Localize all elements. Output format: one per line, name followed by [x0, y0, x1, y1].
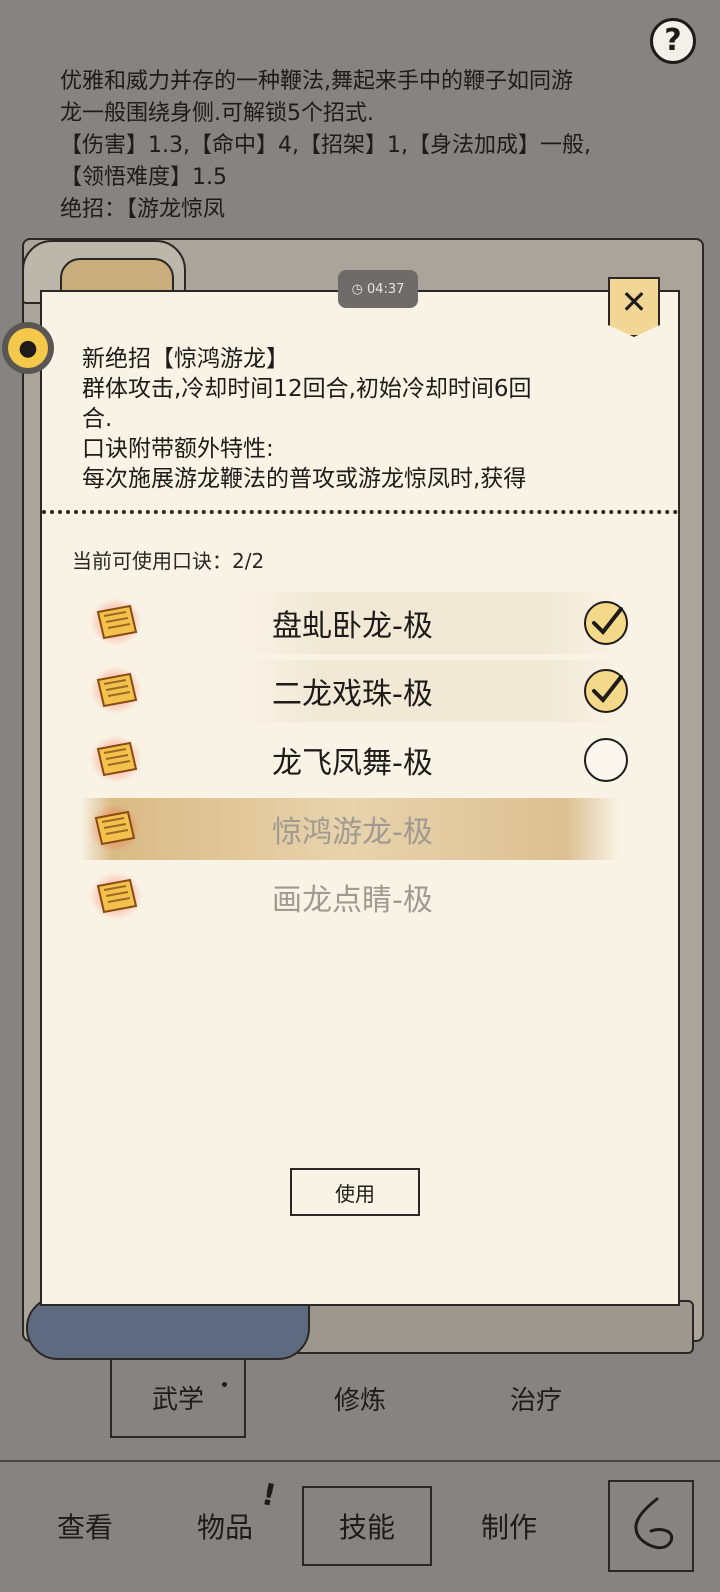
info-line: 新绝招【惊鸿游龙】: [82, 346, 289, 372]
scroll-item-icon: [90, 666, 142, 714]
tab-xiulian[interactable]: 修炼: [292, 1358, 428, 1438]
checkbox[interactable]: [584, 601, 628, 645]
help-button[interactable]: ?: [650, 18, 696, 64]
close-icon: ✕: [620, 283, 648, 321]
list-item[interactable]: 二龙戏珠-极: [82, 660, 642, 722]
list-item[interactable]: 画龙点睛-极: [82, 866, 642, 928]
tab-indicator-dot: [222, 1382, 227, 1387]
list-item[interactable]: 盘虬卧龙-极: [82, 592, 642, 654]
close-button[interactable]: ✕: [608, 277, 660, 337]
list-item[interactable]: 龙飞凤舞-极: [82, 729, 642, 791]
info-line: 合.: [82, 406, 113, 432]
use-button[interactable]: 使用: [290, 1168, 420, 1216]
nav-jineng[interactable]: 技能: [302, 1486, 432, 1566]
desc-line: 绝招：【游龙惊凤: [60, 197, 226, 222]
nav-chakan[interactable]: 查看: [20, 1486, 150, 1566]
back-arrow-icon: [634, 1497, 674, 1550]
checkmark-icon: [592, 607, 623, 636]
checkmark-icon: [592, 675, 623, 704]
scroll-item-icon: [90, 872, 142, 920]
duck-icon: ●: [8, 328, 48, 368]
back-button[interactable]: [608, 1480, 694, 1572]
scroll-item-icon: [90, 735, 142, 783]
tab-wugong[interactable]: 武学: [110, 1358, 246, 1438]
desc-line: 【伤害】1.3,【命中】4,【招架】1,【身法加成】一般,: [60, 133, 591, 158]
available-count: 当前可使用口诀：2/2: [72, 545, 264, 574]
info-line: 口诀附带额外特性:: [82, 436, 274, 462]
dotted-divider: [42, 510, 678, 514]
item-label: 惊鸿游龙-极: [272, 815, 433, 850]
checkbox[interactable]: [584, 669, 628, 713]
item-label: 盘虬卧龙-极: [242, 592, 622, 654]
info-line: 群体攻击,冷却时间12回合,初始冷却时间6回: [82, 376, 532, 402]
desc-line: 【领悟难度】1.5: [60, 165, 227, 190]
desc-line: 龙一般围绕身侧.可解锁5个招式.: [60, 101, 374, 126]
count-label: 当前可使用口诀：: [72, 549, 232, 573]
list-item-highlighted[interactable]: 惊鸿游龙-极: [80, 798, 620, 860]
timer-badge: ◷ 04:37: [338, 270, 418, 308]
count-value: 2/2: [232, 549, 265, 573]
item-label: 龙飞凤舞-极: [272, 746, 433, 781]
avatar[interactable]: ●: [2, 322, 54, 374]
scroll-item-icon: [90, 598, 142, 646]
scroll-item-icon: [88, 804, 140, 852]
checkbox[interactable]: [584, 738, 628, 782]
desc-line: 优雅和威力并存的一种鞭法,舞起来手中的鞭子如同游: [60, 69, 573, 94]
nav-zhizuo[interactable]: 制作: [444, 1486, 574, 1566]
clock-icon: ◷: [351, 281, 363, 297]
tab-zhiliao[interactable]: 治疗: [468, 1358, 604, 1438]
item-label: 画龙点睛-极: [272, 883, 433, 918]
info-line: 每次施展游龙鞭法的普攻或游龙惊凤时,获得: [82, 466, 527, 492]
item-label: 二龙戏珠-极: [242, 660, 622, 722]
new-skill-info: 新绝招【惊鸿游龙】 群体攻击,冷却时间12回合,初始冷却时间6回 合. 口诀附带…: [82, 344, 642, 494]
nav-divider: [0, 1460, 720, 1462]
timer-text: 04:37: [366, 281, 405, 297]
skill-description: 优雅和威力并存的一种鞭法,舞起来手中的鞭子如同游 龙一般围绕身侧.可解锁5个招式…: [60, 66, 660, 226]
